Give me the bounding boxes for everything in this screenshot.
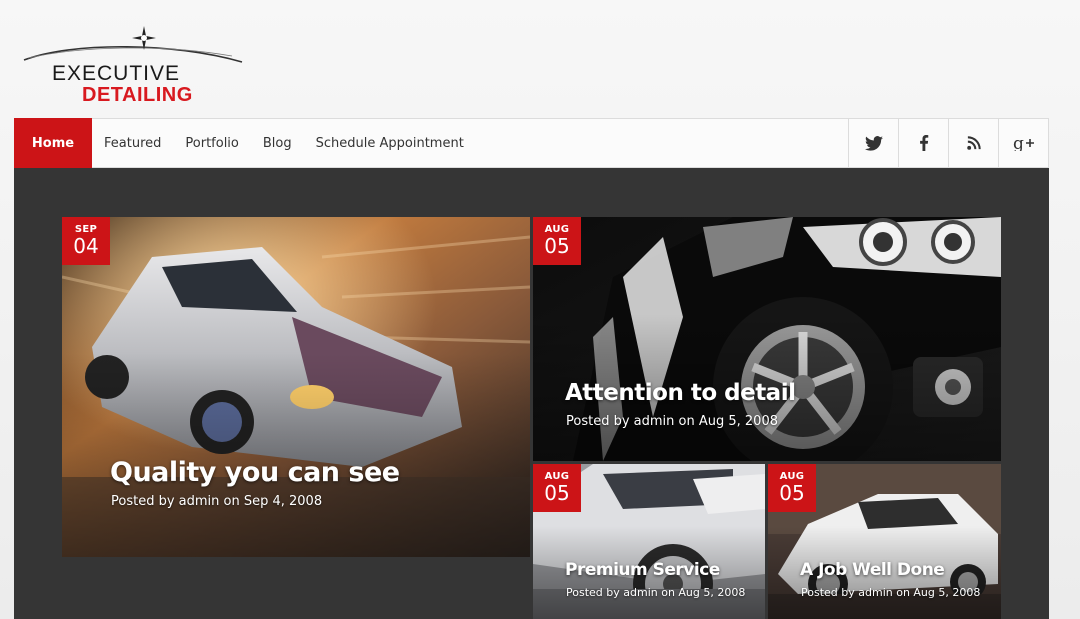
rss-button[interactable] [948, 119, 998, 167]
date-month: SEP [74, 224, 98, 235]
google-plus-button[interactable]: g [998, 119, 1048, 167]
nav-item-blog[interactable]: Blog [251, 119, 304, 167]
date-badge: AUG 05 [768, 464, 816, 512]
nav-item-featured[interactable]: Featured [92, 119, 173, 167]
slide-meta: Posted by admin on Aug 5, 2008 [566, 586, 746, 599]
svg-text:g: g [1013, 135, 1024, 151]
facebook-button[interactable] [898, 119, 948, 167]
google-plus-icon: g [1013, 135, 1034, 151]
date-month: AUG [544, 224, 570, 235]
logo-text-detailing: DETAILING [82, 84, 193, 106]
main-nav: Home Featured Portfolio Blog Schedule Ap… [14, 118, 1049, 168]
nav-item-portfolio[interactable]: Portfolio [173, 119, 250, 167]
slide-tile-job-well-done[interactable]: AUG 05 A Job Well Done Posted by admin o… [768, 464, 1001, 619]
slide-tile-attention[interactable]: AUG 05 Attention to detail Posted by adm… [533, 217, 1001, 461]
slide-tile-quality[interactable]: SEP 04 Quality you can see Posted by adm… [62, 217, 530, 557]
site-logo[interactable]: EXECUTIVE DETAILING [22, 22, 252, 112]
logo-text-executive: EXECUTIVE [52, 62, 181, 85]
date-day: 05 [544, 234, 570, 258]
page: EXECUTIVE DETAILING Home Featured Portfo… [0, 0, 1080, 619]
date-month: AUG [544, 471, 570, 482]
nav-item-schedule-appointment[interactable]: Schedule Appointment [304, 119, 476, 167]
facebook-icon [919, 135, 928, 151]
date-day: 05 [544, 481, 570, 505]
slide-meta: Posted by admin on Sep 4, 2008 [111, 494, 323, 509]
slide-tile-premium[interactable]: AUG 05 Premium Service Posted by admin o… [533, 464, 765, 619]
date-day: 04 [73, 234, 99, 258]
nav-item-home[interactable]: Home [14, 118, 92, 168]
social-links: g [848, 119, 1048, 167]
slide-meta: Posted by admin on Aug 5, 2008 [801, 586, 981, 599]
date-badge: AUG 05 [533, 217, 581, 265]
date-day: 05 [779, 481, 805, 505]
rss-icon [966, 136, 981, 150]
twitter-icon [864, 135, 883, 151]
twitter-button[interactable] [848, 119, 898, 167]
slide-meta: Posted by admin on Aug 5, 2008 [566, 414, 778, 429]
slide-title[interactable]: Attention to detail [565, 380, 796, 406]
slide-title[interactable]: Premium Service [565, 560, 720, 580]
slide-title[interactable]: Quality you can see [110, 457, 400, 488]
date-badge: SEP 04 [62, 217, 110, 265]
date-badge: AUG 05 [533, 464, 581, 512]
slide-title[interactable]: A Job Well Done [800, 560, 945, 580]
date-month: AUG [779, 471, 805, 482]
